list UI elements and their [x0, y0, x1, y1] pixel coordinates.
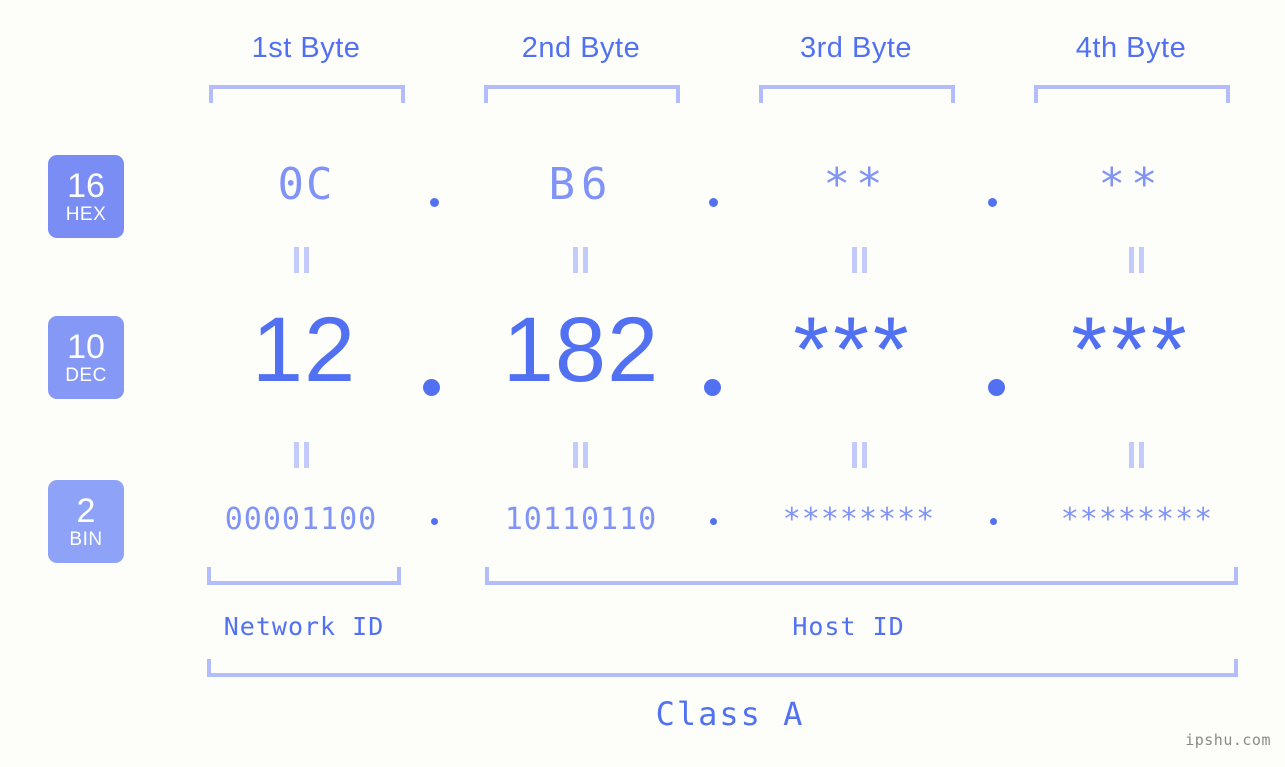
hex-separator-dot-3: [988, 198, 997, 207]
byte-bracket-3: [759, 85, 955, 103]
base-badge-bin: 2 BIN: [48, 480, 124, 563]
base-badge-hex-number: 16: [67, 166, 105, 205]
bin-separator-dot-1: [431, 518, 438, 525]
dec-byte-4: ***: [1071, 299, 1191, 401]
class-label: Class A: [655, 695, 805, 733]
base-badge-hex-abbr: HEX: [65, 203, 107, 225]
network-id-label: Network ID: [223, 612, 385, 641]
dec-byte-2: 182: [502, 299, 660, 401]
byte-bracket-1: [209, 85, 405, 103]
base-badge-bin-number: 2: [76, 491, 96, 530]
equals-icon-hex-dec-1: [291, 247, 313, 273]
equals-icon-hex-dec-2: [570, 247, 592, 273]
watermark: ipshu.com: [1185, 731, 1271, 749]
hex-byte-4: **: [1098, 159, 1164, 210]
hex-byte-1: 0C: [277, 159, 335, 210]
bin-byte-1: 00001100: [224, 502, 378, 537]
equals-icon-hex-dec-4: [1126, 247, 1148, 273]
bin-separator-dot-2: [710, 518, 717, 525]
dec-byte-1: 12: [251, 299, 357, 401]
byte-bracket-2: [484, 85, 680, 103]
host-id-label: Host ID: [792, 612, 905, 641]
hex-separator-dot-2: [709, 198, 718, 207]
byte-header-3: 3rd Byte: [800, 32, 912, 64]
base-badge-dec-abbr: DEC: [65, 364, 107, 386]
hex-separator-dot-1: [430, 198, 439, 207]
host-id-bracket: [485, 567, 1238, 585]
bin-byte-2: 10110110: [504, 502, 658, 537]
hex-byte-2: B6: [548, 159, 614, 210]
bin-byte-4: ********: [1060, 502, 1214, 537]
equals-icon-dec-bin-2: [570, 442, 592, 468]
equals-icon-dec-bin-1: [291, 442, 313, 468]
byte-header-2: 2nd Byte: [521, 32, 641, 64]
network-id-bracket: [207, 567, 401, 585]
base-badge-bin-abbr: BIN: [69, 528, 103, 550]
equals-icon-dec-bin-3: [849, 442, 871, 468]
dec-byte-3: ***: [793, 299, 913, 401]
byte-header-1: 1st Byte: [251, 32, 361, 64]
byte-header-4: 4th Byte: [1075, 32, 1187, 64]
ip-byte-breakdown-diagram: 1st Byte 2nd Byte 3rd Byte 4th Byte 16 H…: [0, 0, 1285, 767]
base-badge-dec-number: 10: [67, 327, 105, 366]
hex-byte-3: **: [823, 159, 889, 210]
bin-byte-3: ********: [782, 502, 936, 537]
base-badge-hex: 16 HEX: [48, 155, 124, 238]
dec-separator-dot-3: [988, 379, 1005, 396]
dec-separator-dot-2: [704, 379, 721, 396]
base-badge-dec: 10 DEC: [48, 316, 124, 399]
byte-bracket-4: [1034, 85, 1230, 103]
dec-separator-dot-1: [423, 379, 440, 396]
class-bracket: [207, 659, 1238, 677]
equals-icon-hex-dec-3: [849, 247, 871, 273]
equals-icon-dec-bin-4: [1126, 442, 1148, 468]
bin-separator-dot-3: [990, 518, 997, 525]
